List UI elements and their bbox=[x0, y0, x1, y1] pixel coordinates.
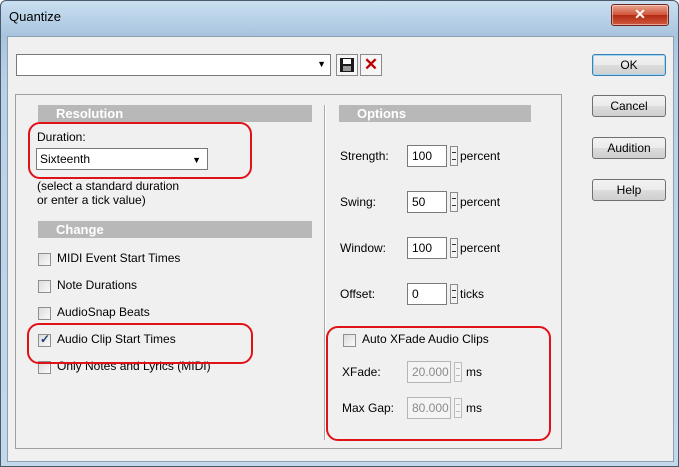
close-button[interactable]: ✕ bbox=[611, 4, 669, 26]
swing-label: Swing: bbox=[340, 195, 377, 209]
red-x-icon: ✕ bbox=[363, 55, 379, 74]
options-header: Options bbox=[339, 105, 531, 122]
checkbox-box[interactable] bbox=[38, 280, 51, 293]
swing-spin[interactable] bbox=[450, 192, 458, 212]
offset-spin[interactable] bbox=[450, 284, 458, 304]
strength-label: Strength: bbox=[340, 149, 389, 163]
checkbox-box[interactable] bbox=[38, 253, 51, 266]
dialog-client-area: ▼ ✕ OK Cancel Audition Help Resolution D… bbox=[7, 36, 674, 462]
offset-unit: ticks bbox=[460, 287, 484, 301]
save-preset-button[interactable] bbox=[336, 54, 358, 76]
floppy-disk-icon bbox=[340, 58, 354, 72]
quantize-dialog: Quantize ✕ ▼ ✕ OK Cancel Audition Help R… bbox=[0, 0, 679, 467]
audition-button[interactable]: Audition bbox=[592, 137, 666, 159]
checkbox-label: AudioSnap Beats bbox=[57, 305, 150, 319]
swing-unit: percent bbox=[460, 195, 501, 209]
window-spin[interactable] bbox=[450, 238, 458, 258]
duration-hint-line1: (select a standard duration bbox=[37, 179, 180, 193]
resolution-header: Resolution bbox=[38, 105, 312, 122]
chevron-down-icon: ▼ bbox=[317, 59, 326, 69]
duration-highlight bbox=[28, 122, 252, 179]
title-bar: Quantize ✕ bbox=[1, 1, 678, 35]
strength-input[interactable]: 100 bbox=[407, 145, 447, 167]
checkbox-box[interactable] bbox=[38, 307, 51, 320]
preset-combo[interactable]: ▼ bbox=[16, 54, 331, 76]
window-title: Quantize bbox=[9, 9, 62, 24]
xfade-highlight bbox=[326, 326, 551, 441]
delete-preset-button[interactable]: ✕ bbox=[360, 54, 382, 76]
strength-unit: percent bbox=[460, 149, 501, 163]
window-unit: percent bbox=[460, 241, 501, 255]
change-header: Change bbox=[38, 221, 312, 238]
offset-input[interactable]: 0 bbox=[407, 283, 447, 305]
cancel-button[interactable]: Cancel bbox=[592, 95, 666, 117]
swing-input[interactable]: 50 bbox=[407, 191, 447, 213]
window-input[interactable]: 100 bbox=[407, 237, 447, 259]
duration-hint-line2: or enter a tick value) bbox=[37, 193, 146, 207]
settings-panel: Resolution Duration: Sixteenth ▼ (select… bbox=[15, 94, 562, 449]
offset-label: Offset: bbox=[340, 287, 376, 301]
ok-button[interactable]: OK bbox=[592, 54, 666, 76]
checkbox-label: MIDI Event Start Times bbox=[57, 251, 181, 265]
help-button[interactable]: Help bbox=[592, 179, 666, 201]
window-label: Window: bbox=[340, 241, 387, 255]
strength-spin[interactable] bbox=[450, 146, 458, 166]
audio-clip-highlight bbox=[27, 323, 253, 364]
checkbox-label: Note Durations bbox=[57, 278, 138, 292]
